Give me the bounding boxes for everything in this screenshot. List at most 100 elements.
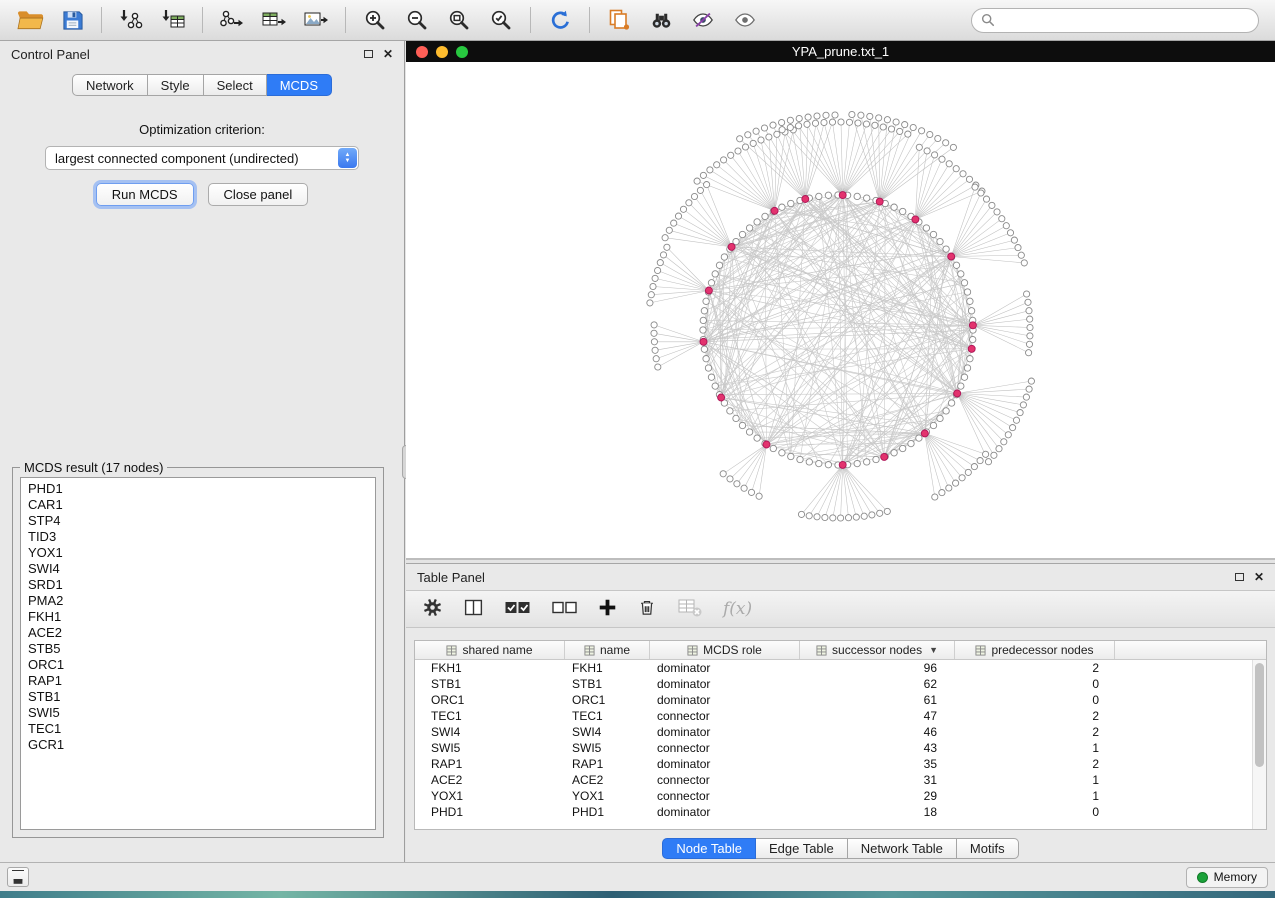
deselect-all-columns-button[interactable]: [551, 598, 578, 621]
table-row[interactable]: STB1STB1dominator620: [415, 676, 1266, 692]
table-row[interactable]: TEC1TEC1connector472: [415, 708, 1266, 724]
table-scrollbar-thumb[interactable]: [1255, 663, 1264, 767]
tab-node-table[interactable]: Node Table: [662, 838, 756, 859]
memory-button[interactable]: Memory: [1186, 867, 1268, 888]
table-cell: 2: [955, 725, 1115, 739]
tab-motifs[interactable]: Motifs: [957, 838, 1019, 859]
table-cell: connector: [650, 741, 800, 755]
table-row[interactable]: PHD1PHD1dominator180: [415, 804, 1266, 820]
table-settings-button[interactable]: [422, 597, 443, 621]
apply-layout-button[interactable]: [540, 4, 580, 36]
mcds-result-item[interactable]: SWI4: [28, 561, 368, 577]
save-session-button[interactable]: [52, 4, 92, 36]
table-cell: connector: [650, 773, 800, 787]
mcds-result-item[interactable]: PHD1: [28, 481, 368, 497]
optimization-criterion-select[interactable]: largest connected component (undirected)…: [45, 146, 359, 170]
mcds-result-item[interactable]: TID3: [28, 529, 368, 545]
table-row[interactable]: FKH1FKH1dominator962: [415, 660, 1266, 676]
mcds-result-item[interactable]: STP4: [28, 513, 368, 529]
close-panel-button[interactable]: Close panel: [208, 183, 309, 206]
float-panel-icon[interactable]: [364, 50, 373, 58]
delete-table-icon: [677, 597, 703, 619]
float-table-panel-icon[interactable]: [1235, 573, 1244, 581]
mcds-result-item[interactable]: SWI5: [28, 705, 368, 721]
zoom-out-button[interactable]: [397, 4, 437, 36]
table-panel-title: Table Panel: [417, 570, 485, 585]
export-network-button[interactable]: [212, 4, 252, 36]
table-row[interactable]: SWI4SWI4dominator462: [415, 724, 1266, 740]
find-button[interactable]: [641, 4, 681, 36]
zoom-selected-button[interactable]: [481, 4, 521, 36]
table-row[interactable]: ACE2ACE2connector311: [415, 772, 1266, 788]
table-cell: STB1: [415, 677, 565, 691]
table-row[interactable]: YOX1YOX1connector291: [415, 788, 1266, 804]
table-row[interactable]: ORC1ORC1dominator610: [415, 692, 1266, 708]
zoom-in-button[interactable]: [355, 4, 395, 36]
mcds-result-item[interactable]: RAP1: [28, 673, 368, 689]
mcds-result-item[interactable]: PMA2: [28, 593, 368, 609]
mcds-result-item[interactable]: CAR1: [28, 497, 368, 513]
hide-graphics-details-button[interactable]: [683, 4, 723, 36]
table-cell: SWI5: [565, 741, 650, 755]
table-cell: RAP1: [415, 757, 565, 771]
open-session-button[interactable]: [10, 4, 50, 36]
export-table-button[interactable]: [254, 4, 294, 36]
table-cell: 43: [800, 741, 955, 755]
show-columns-button[interactable]: [463, 597, 484, 621]
chevron-down-icon[interactable]: ▼: [929, 645, 938, 655]
mcds-result-item[interactable]: SRD1: [28, 577, 368, 593]
table-scrollbar[interactable]: [1252, 660, 1266, 829]
function-builder-button[interactable]: f(x): [723, 599, 752, 619]
create-column-button[interactable]: [598, 598, 617, 620]
delete-column-button[interactable]: [637, 597, 657, 621]
table-cell: YOX1: [415, 789, 565, 803]
zoom-fit-button[interactable]: [439, 4, 479, 36]
mcds-result-item[interactable]: TEC1: [28, 721, 368, 737]
table-cell: connector: [650, 709, 800, 723]
eye-slash-icon: [690, 9, 716, 31]
table-toolbar: f(x): [406, 590, 1275, 628]
network-canvas[interactable]: [406, 62, 1275, 560]
close-table-panel-icon[interactable]: ✕: [1254, 571, 1264, 583]
copy-document-button[interactable]: [599, 4, 639, 36]
mcds-result-item[interactable]: GCR1: [28, 737, 368, 753]
mcds-result-item[interactable]: STB5: [28, 641, 368, 657]
search-box[interactable]: [971, 8, 1259, 33]
tab-select[interactable]: Select: [204, 74, 267, 96]
task-history-button[interactable]: [7, 867, 29, 887]
table-row[interactable]: SWI5SWI5connector431: [415, 740, 1266, 756]
tab-network[interactable]: Network: [72, 74, 148, 96]
column-header-successor-nodes[interactable]: successor nodes ▼: [800, 641, 955, 659]
tab-edge-table[interactable]: Edge Table: [756, 838, 848, 859]
mcds-result-item[interactable]: STB1: [28, 689, 368, 705]
run-mcds-button[interactable]: Run MCDS: [96, 183, 194, 206]
tab-mcds[interactable]: MCDS: [267, 74, 332, 96]
table-row[interactable]: RAP1RAP1dominator352: [415, 756, 1266, 772]
table-cell: 35: [800, 757, 955, 771]
mcds-result-item[interactable]: ACE2: [28, 625, 368, 641]
list-icon: [12, 870, 24, 879]
tab-style[interactable]: Style: [148, 74, 204, 96]
table-cell: PHD1: [565, 805, 650, 819]
column-header-shared-name[interactable]: shared name: [415, 641, 565, 659]
network-window-titlebar[interactable]: YPA_prune.txt_1: [406, 41, 1275, 62]
mcds-result-item[interactable]: FKH1: [28, 609, 368, 625]
mcds-result-item[interactable]: YOX1: [28, 545, 368, 561]
mcds-result-item[interactable]: ORC1: [28, 657, 368, 673]
close-panel-icon[interactable]: ✕: [383, 48, 393, 60]
mcds-result-list[interactable]: PHD1CAR1STP4TID3YOX1SWI4SRD1PMA2FKH1ACE2…: [20, 477, 376, 830]
select-all-columns-button[interactable]: [504, 598, 531, 621]
tab-network-table[interactable]: Network Table: [848, 838, 957, 859]
import-network-button[interactable]: [111, 4, 151, 36]
columns-icon: [463, 597, 484, 618]
search-input[interactable]: [1001, 13, 1249, 27]
show-graphics-details-button[interactable]: [725, 4, 765, 36]
table-cell: SWI4: [565, 725, 650, 739]
table-cell: 96: [800, 661, 955, 675]
import-table-button[interactable]: [153, 4, 193, 36]
column-header-predecessor-nodes[interactable]: predecessor nodes: [955, 641, 1115, 659]
column-header-name[interactable]: name: [565, 641, 650, 659]
export-image-button[interactable]: [296, 4, 336, 36]
delete-table-button[interactable]: [677, 597, 703, 622]
column-header-mcds-role[interactable]: MCDS role: [650, 641, 800, 659]
